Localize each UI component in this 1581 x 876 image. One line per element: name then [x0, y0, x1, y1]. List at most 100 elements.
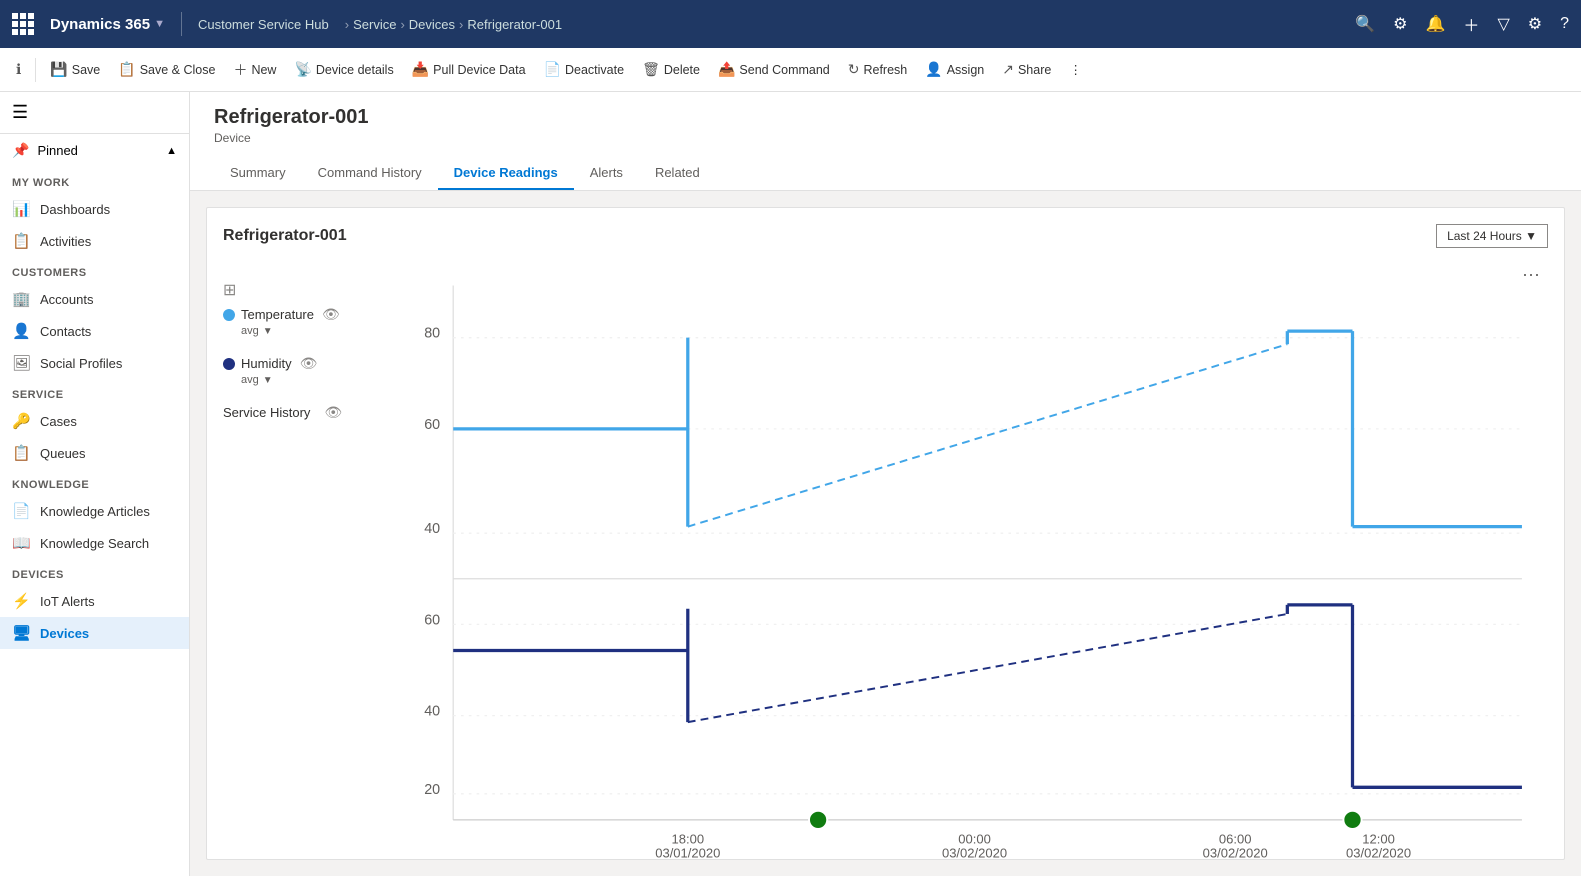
sidebar-item-social-profiles[interactable]: 🖼 Social Profiles	[0, 347, 189, 379]
temperature-dot	[223, 309, 235, 321]
notifications-icon[interactable]: 🔔	[1426, 14, 1446, 34]
case-created-marker-1	[809, 811, 827, 829]
breadcrumb-current: Refrigerator-001	[467, 17, 562, 32]
sidebar-item-activities[interactable]: 📋 Activities	[0, 225, 189, 257]
pin-icon: 📌	[12, 142, 29, 159]
settings-icon[interactable]: ⚙	[1393, 14, 1407, 34]
breadcrumb: › Service › Devices › Refrigerator-001	[345, 17, 562, 32]
devices-icon: 🖥	[12, 624, 30, 642]
save-button[interactable]: 💾 Save	[42, 57, 108, 82]
sidebar-item-contacts[interactable]: 👤 Contacts	[0, 315, 189, 347]
info-icon: ℹ	[16, 61, 21, 78]
customers-section: Customers	[0, 257, 189, 283]
svg-text:12:00: 12:00	[1362, 831, 1395, 846]
temp-avg-chevron[interactable]: ▼	[263, 326, 273, 337]
search-icon[interactable]: 🔍	[1355, 14, 1375, 34]
help-icon[interactable]: ?	[1560, 15, 1569, 33]
temperature-eye-icon[interactable]: 👁	[322, 306, 340, 323]
sidebar-item-queues[interactable]: 📋 Queues	[0, 437, 189, 469]
save-icon: 💾	[50, 61, 67, 78]
command-bar: ℹ 💾 Save 📋 Save & Close ＋ New 📡 Device d…	[0, 48, 1581, 92]
breadcrumb-service[interactable]: Service	[353, 17, 396, 32]
pull-device-data-button[interactable]: 📥 Pull Device Data	[404, 57, 534, 82]
sidebar-item-accounts[interactable]: 🏢 Accounts	[0, 283, 189, 315]
knowledge-section: Knowledge	[0, 469, 189, 495]
top-nav-icons: 🔍 ⚙ 🔔 ＋ ▽ ⚙ ?	[1355, 12, 1569, 36]
queues-icon: 📋	[12, 444, 30, 462]
send-command-button[interactable]: 📤 Send Command	[710, 57, 838, 82]
sidebar-item-cases[interactable]: 🔑 Cases	[0, 405, 189, 437]
sidebar-item-knowledge-search[interactable]: 📖 Knowledge Search	[0, 527, 189, 559]
share-icon: ↗	[1002, 61, 1014, 78]
chart-svg-area: ··· 80 60 40	[375, 260, 1548, 876]
page-title: Refrigerator-001	[214, 106, 1557, 129]
page-header: Refrigerator-001 Device Summary Command …	[190, 92, 1581, 191]
waffle-icon	[12, 13, 34, 35]
assign-button[interactable]: 👤 Assign	[917, 57, 992, 82]
svg-text:03/02/2020: 03/02/2020	[1203, 846, 1268, 861]
tab-summary[interactable]: Summary	[214, 157, 302, 190]
svg-text:60: 60	[424, 612, 440, 628]
sidebar-pinned[interactable]: 📌 Pinned ▲	[0, 134, 189, 167]
knowledge-articles-icon: 📄	[12, 502, 30, 520]
device-details-button[interactable]: 📡 Device details	[286, 57, 401, 82]
legend-humidity: Humidity 👁 avg ▼	[223, 355, 363, 386]
sidebar-item-iot-alerts[interactable]: ⚡ IoT Alerts	[0, 585, 189, 617]
time-selector[interactable]: Last 24 Hours ▼	[1436, 224, 1548, 248]
page-subtitle: Device	[214, 131, 1557, 145]
svg-text:40: 40	[424, 704, 440, 720]
chevron-down-icon: ▲	[166, 145, 177, 157]
more-button[interactable]: ⋮	[1061, 58, 1090, 81]
legend-temperature: Temperature 👁 avg ▼	[223, 306, 363, 337]
add-icon[interactable]: ＋	[1463, 12, 1479, 36]
deactivate-icon: 📄	[544, 61, 561, 78]
info-button[interactable]: ℹ	[8, 57, 29, 82]
svg-text:03/02/2020: 03/02/2020	[942, 846, 1007, 861]
delete-button[interactable]: 🗑 Delete	[634, 57, 708, 82]
app-title[interactable]: Dynamics 365 ▼	[50, 16, 165, 33]
filter-icon[interactable]: ▽	[1497, 14, 1509, 34]
svg-text:60: 60	[424, 417, 440, 433]
tab-alerts[interactable]: Alerts	[574, 157, 639, 190]
humidity-avg-chevron[interactable]: ▼	[263, 375, 273, 386]
new-icon: ＋	[233, 60, 247, 80]
svg-text:18:00: 18:00	[672, 831, 705, 846]
tab-command-history[interactable]: Command History	[302, 157, 438, 190]
sidebar-item-knowledge-articles[interactable]: 📄 Knowledge Articles	[0, 495, 189, 527]
svg-text:40: 40	[424, 521, 440, 537]
sidebar-header: ☰	[0, 92, 189, 134]
share-button[interactable]: ↗ Share	[994, 57, 1059, 82]
contacts-icon: 👤	[12, 322, 30, 340]
content-area: Refrigerator-001 Device Summary Command …	[190, 92, 1581, 876]
assign-icon: 👤	[925, 61, 942, 78]
sidebar: ☰ 📌 Pinned ▲ My Work 📊 Dashboards 📋 Acti…	[0, 92, 190, 876]
save-close-icon: 📋	[118, 61, 135, 78]
sidebar-item-devices[interactable]: 🖥 Devices	[0, 617, 189, 649]
breadcrumb-devices[interactable]: Devices	[409, 17, 455, 32]
layers-icon: ⊞	[223, 280, 236, 300]
tab-bar: Summary Command History Device Readings …	[214, 157, 1557, 190]
save-close-button[interactable]: 📋 Save & Close	[110, 57, 223, 82]
delete-icon: 🗑	[642, 61, 660, 78]
refresh-button[interactable]: ↻ Refresh	[840, 57, 916, 82]
cases-icon: 🔑	[12, 412, 30, 430]
tab-device-readings[interactable]: Device Readings	[438, 157, 574, 190]
deactivate-button[interactable]: 📄 Deactivate	[536, 57, 633, 82]
waffle-menu[interactable]	[12, 13, 34, 35]
service-eye-icon[interactable]: 👁	[324, 404, 342, 421]
humidity-eye-icon[interactable]: 👁	[300, 355, 318, 372]
device-details-icon: 📡	[294, 61, 311, 78]
social-profiles-icon: 🖼	[12, 354, 30, 372]
send-command-icon: 📤	[718, 61, 735, 78]
chart-title: Refrigerator-001	[223, 227, 347, 245]
tab-related[interactable]: Related	[639, 157, 716, 190]
chart-legend: ⊞ Temperature 👁 avg ▼	[223, 260, 363, 876]
service-section: Service	[0, 379, 189, 405]
hamburger-icon[interactable]: ☰	[12, 102, 28, 123]
new-button[interactable]: ＋ New	[225, 56, 284, 84]
chart-more-icon[interactable]: ···	[1522, 264, 1540, 285]
gear-icon[interactable]: ⚙	[1528, 14, 1542, 34]
knowledge-search-icon: 📖	[12, 534, 30, 552]
sidebar-item-dashboards[interactable]: 📊 Dashboards	[0, 193, 189, 225]
app-body: ☰ 📌 Pinned ▲ My Work 📊 Dashboards 📋 Acti…	[0, 92, 1581, 876]
